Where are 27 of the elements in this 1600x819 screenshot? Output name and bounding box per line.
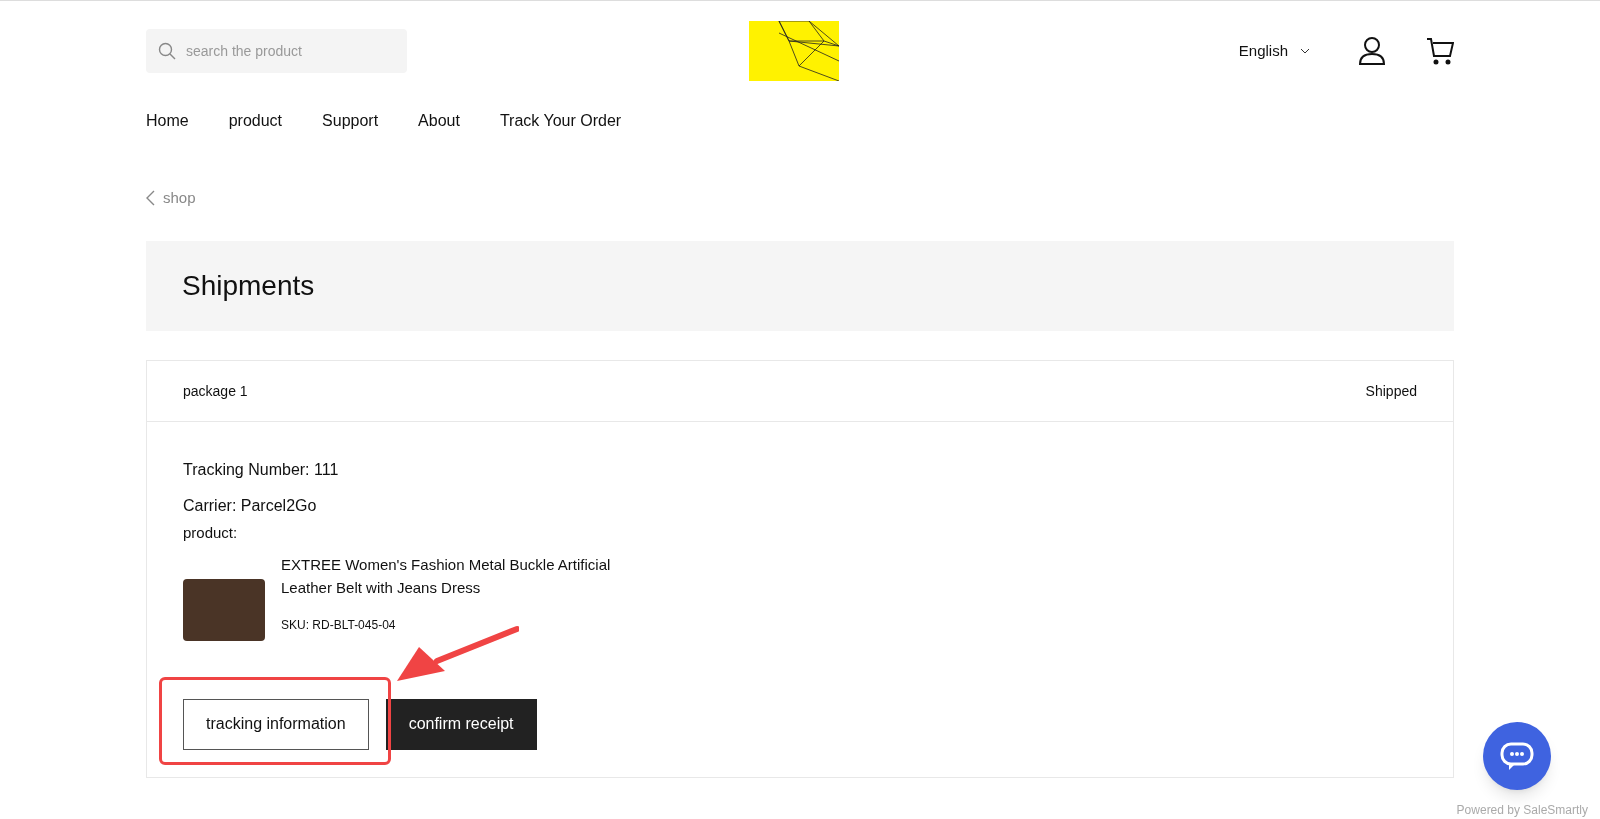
- breadcrumb-link[interactable]: shop: [163, 186, 196, 210]
- package-status: Shipped: [1365, 381, 1417, 401]
- page-title: Shipments: [182, 269, 315, 303]
- confirm-button[interactable]: confirm receipt: [385, 698, 537, 750]
- language-selector[interactable]: English: [1238, 39, 1310, 63]
- product-label: product:: [183, 523, 239, 543]
- chat-bubble-icon: [1500, 741, 1534, 771]
- tracking-button[interactable]: tracking information: [183, 698, 369, 750]
- chat-button[interactable]: [1483, 722, 1551, 790]
- logo-image[interactable]: [749, 21, 839, 81]
- product-sku: SKU: RD-BLT-045-04: [281, 616, 397, 634]
- carrier-text: Carrier: Parcel2Go: [183, 496, 318, 516]
- product-title: EXTREE Women's Fashion Metal Buckle Artificial Leather Belt with Jeans Dress: [281, 554, 612, 598]
- nav-link[interactable]: Home: [146, 109, 189, 133]
- user-icon[interactable]: [1358, 36, 1386, 66]
- nav-link[interactable]: Track Your Order: [499, 109, 622, 133]
- powered-by-text: Powered by SaleSmartly: [1456, 802, 1588, 819]
- chevron-down-icon: [1300, 48, 1310, 54]
- cart-icon[interactable]: [1426, 37, 1454, 65]
- package-name: package 1: [183, 381, 248, 401]
- chevron-left-icon[interactable]: [146, 190, 155, 206]
- search-field[interactable]: search the product: [146, 29, 407, 73]
- tracking-number: Tracking Number: 111: [183, 460, 340, 480]
- nav-link[interactable]: Support: [322, 109, 379, 133]
- nav-link[interactable]: About: [418, 109, 460, 133]
- nav-link[interactable]: product: [228, 109, 283, 133]
- search-icon: [158, 42, 176, 60]
